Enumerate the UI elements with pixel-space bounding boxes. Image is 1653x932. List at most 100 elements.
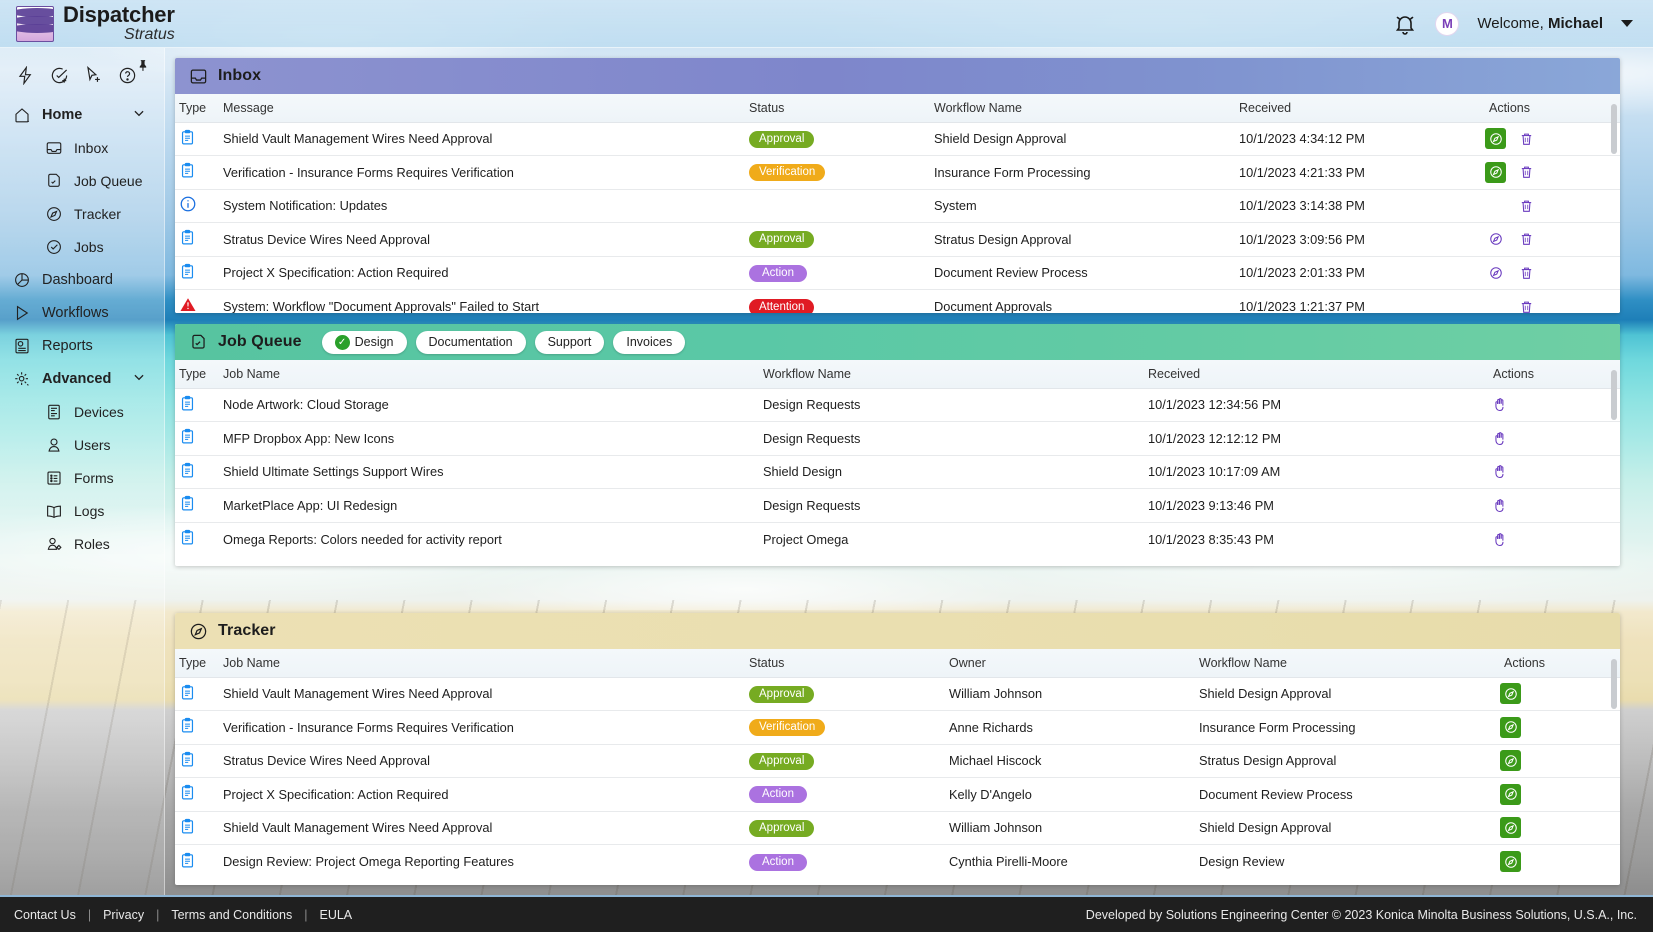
document-icon [179,496,196,516]
inbox-scrollbar[interactable] [1611,104,1617,154]
table-row[interactable]: Verification - Insurance Forms Requires … [175,710,1620,745]
claim-job-button[interactable] [1489,428,1510,449]
filter-chip-documentation[interactable]: Documentation [415,330,526,354]
claim-job-button[interactable] [1489,529,1510,550]
row-received: 10/1/2023 12:12:12 PM [1144,421,1489,456]
tracker-scrollbar[interactable] [1611,659,1617,709]
sidebar-item-reports[interactable]: Reports [0,329,164,362]
filter-chip-design[interactable]: ✓ Design [321,330,407,354]
sidebar-item-forms[interactable]: Forms [0,461,164,494]
chevron-down-icon[interactable] [132,106,146,124]
column-header-received[interactable]: Received [1144,360,1489,389]
delete-button[interactable] [1516,128,1537,149]
sidebar-item-dashboard[interactable]: Dashboard [0,263,164,296]
column-header-workflow-name[interactable]: Workflow Name [930,94,1235,123]
table-row[interactable]: System: Workflow "Document Approvals" Fa… [175,289,1620,313]
delete-button[interactable] [1516,296,1537,313]
column-header-actions[interactable]: Actions [1485,94,1620,123]
column-header-workflow-name[interactable]: Workflow Name [1195,649,1500,678]
table-row[interactable]: Omega Reports: Colors needed for activit… [175,522,1620,556]
row-workflow: Shield Design [759,455,1144,489]
column-header-type[interactable]: Type [175,649,219,678]
claim-job-button[interactable] [1489,495,1510,516]
delete-button[interactable] [1516,229,1537,250]
avatar[interactable]: M [1435,11,1460,36]
sidebar-item-home[interactable]: Home [0,98,164,131]
table-row[interactable]: Design Review: Project Omega Reporting F… [175,844,1620,878]
filter-chip-support[interactable]: Support [534,330,605,354]
table-row[interactable]: Shield Vault Management Wires Need Appro… [175,811,1620,845]
sidebar-item-roles[interactable]: Roles [0,527,164,560]
pin-icon[interactable] [137,58,150,78]
quick-action-icon[interactable] [10,62,40,88]
row-status: Approval [745,222,930,257]
assign-cursor-icon[interactable] [78,62,108,88]
column-header-workflow-name[interactable]: Workflow Name [759,360,1144,389]
table-row[interactable]: Shield Vault Management Wires Need Appro… [175,677,1620,711]
open-tracker-button[interactable] [1485,128,1506,150]
open-tracker-button[interactable] [1500,750,1521,772]
footer-link-privacy[interactable]: Privacy [103,908,144,922]
chevron-down-icon[interactable] [1621,20,1633,27]
sidebar-item-logs[interactable]: Logs [0,494,164,527]
column-header-status[interactable]: Status [745,94,930,123]
column-header-type[interactable]: Type [175,360,219,389]
delete-button[interactable] [1516,162,1537,183]
open-tracker-button[interactable] [1485,262,1506,283]
table-row[interactable]: Shield Vault Management Wires Need Appro… [175,122,1620,156]
table-row[interactable]: MarketPlace App: UI Redesign Design Reque… [175,488,1620,523]
footer-link-eula[interactable]: EULA [319,908,352,922]
sidebar-item-job-queue[interactable]: Job Queue [0,164,164,197]
open-tracker-button[interactable] [1500,716,1521,738]
table-row[interactable]: MFP Dropbox App: New Icons Design Request… [175,421,1620,456]
chevron-down-icon[interactable] [132,370,146,388]
row-actions [1489,488,1620,523]
approve-task-icon[interactable] [44,62,74,88]
sidebar-item-users[interactable]: Users [0,428,164,461]
open-tracker-button[interactable] [1500,683,1521,705]
claim-job-button[interactable] [1489,394,1510,415]
bell-icon[interactable] [1393,12,1417,36]
column-header-type[interactable]: Type [175,94,219,123]
open-tracker-button[interactable] [1485,229,1506,250]
footer-link-terms-and-conditions[interactable]: Terms and Conditions [171,908,292,922]
column-header-actions[interactable]: Actions [1500,649,1620,678]
table-row[interactable]: Node Artwork: Cloud Storage Design Reques… [175,388,1620,422]
open-tracker-button[interactable] [1500,817,1521,839]
table-row[interactable]: Shield Ultimate Settings Support Wires Sh… [175,455,1620,489]
open-tracker-button[interactable] [1500,783,1521,805]
table-row[interactable]: Project X Specification: Action Required… [175,777,1620,812]
sidebar-item-workflows[interactable]: Workflows [0,296,164,329]
column-header-job-name[interactable]: Job Name [219,649,745,678]
sidebar-item-inbox[interactable]: Inbox [0,131,164,164]
job-queue-scrollbar[interactable] [1611,370,1617,420]
open-tracker-button[interactable] [1500,851,1521,872]
info-icon [179,196,197,216]
job-queue-icon [192,334,205,349]
column-header-owner[interactable]: Owner [945,649,1195,678]
document-icon [179,751,196,772]
sidebar-item-tracker[interactable]: Tracker [0,197,164,230]
table-row[interactable]: System Notification: Updates System 10/1/2… [175,189,1620,223]
table-row[interactable]: Verification - Insurance Forms Requires … [175,155,1620,190]
sidebar-item-advanced[interactable]: Advanced [0,362,164,395]
row-type-cell [175,421,219,456]
filter-chip-invoices[interactable]: Invoices [613,330,686,354]
claim-job-button[interactable] [1489,461,1510,482]
column-header-job-name[interactable]: Job Name [219,360,759,389]
open-tracker-button[interactable] [1485,161,1506,183]
column-header-message[interactable]: Message [219,94,745,123]
column-header-actions[interactable]: Actions [1489,360,1620,389]
sidebar-item-devices[interactable]: Devices [0,395,164,428]
footer-link-contact-us[interactable]: Contact Us [14,908,76,922]
sidebar-item-jobs[interactable]: Jobs [0,230,164,263]
table-row[interactable]: Stratus Device Wires Need Approval Approv… [175,222,1620,257]
row-message: System Notification: Updates [219,189,745,223]
delete-button[interactable] [1516,195,1537,216]
column-header-received[interactable]: Received [1235,94,1485,123]
table-row[interactable]: Project X Specification: Action Required… [175,256,1620,290]
delete-button[interactable] [1516,262,1537,283]
app-logo[interactable]: Dispatcher Stratus [0,4,175,43]
column-header-status[interactable]: Status [745,649,945,678]
table-row[interactable]: Stratus Device Wires Need Approval Approv… [175,744,1620,778]
